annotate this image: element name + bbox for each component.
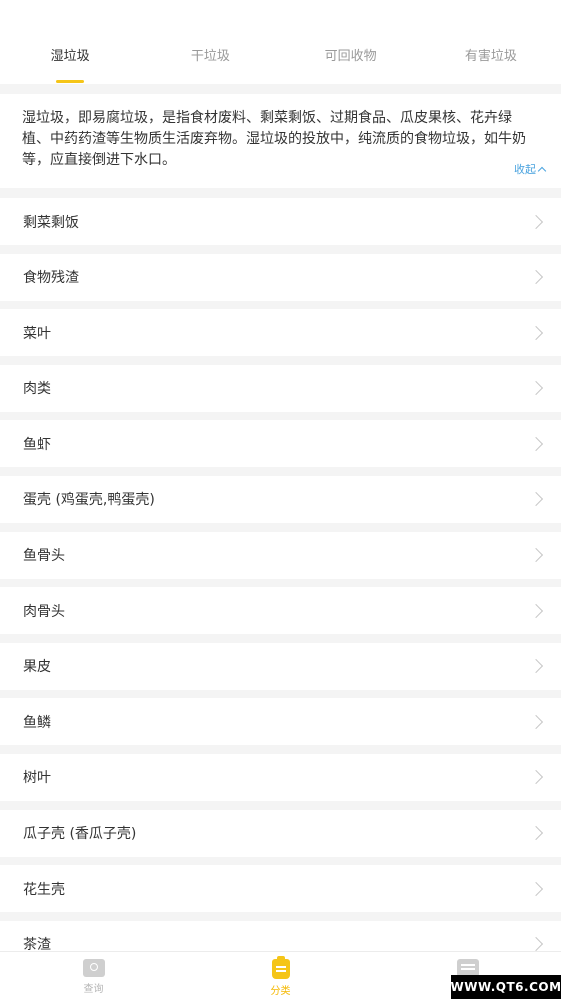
list-item-label: 蛋壳 (鸡蛋壳,鸭蛋壳) (23, 492, 155, 509)
chevron-right-icon (528, 492, 544, 507)
tab-wet-waste[interactable]: 湿垃圾 (0, 0, 140, 84)
list-item-label: 食物残渣 (23, 270, 79, 287)
chevron-right-icon (528, 714, 544, 729)
search-icon (82, 959, 105, 977)
list-item[interactable]: 鱼虾 (0, 420, 561, 468)
chevron-right-icon (528, 547, 544, 563)
list-item[interactable]: 瓜子壳 (香瓜子壳) (0, 809, 561, 857)
list-item-label: 剩菜剩饭 (23, 214, 79, 231)
chevron-right-icon (528, 436, 544, 451)
tab-label: 可回收物 (324, 49, 377, 64)
list-item[interactable]: 鱼鳞 (0, 698, 561, 746)
collapse-button[interactable]: 收起 (514, 161, 547, 177)
list-item-label: 鱼鳞 (23, 714, 51, 731)
chevron-right-icon (528, 381, 544, 396)
list-item[interactable]: 鱼骨头 (0, 531, 561, 579)
chevron-right-icon (528, 659, 544, 674)
tab-hazardous-waste[interactable]: 有害垃圾 (421, 0, 561, 84)
category-tabs: 湿垃圾 干垃圾 可回收物 有害垃圾 (0, 0, 561, 84)
list-item-label: 鱼骨头 (23, 548, 65, 565)
chevron-right-icon (528, 937, 544, 952)
nav-label: 分类 (270, 986, 291, 997)
list-item-label: 树叶 (23, 770, 51, 787)
tab-dry-waste[interactable]: 干垃圾 (140, 0, 280, 84)
list-item[interactable]: 蛋壳 (鸡蛋壳,鸭蛋壳) (0, 475, 561, 523)
tab-label: 湿垃圾 (50, 49, 90, 64)
watermark: WWW.QT6.COM (450, 975, 561, 999)
list-item[interactable]: 花生壳 (0, 865, 561, 913)
active-tab-indicator (56, 80, 85, 83)
list-item-label: 瓜子壳 (香瓜子壳) (23, 826, 137, 843)
list-item[interactable]: 肉类 (0, 364, 561, 412)
chevron-up-icon (537, 166, 547, 176)
list-item-label: 鱼虾 (23, 436, 51, 453)
chevron-right-icon (528, 270, 544, 285)
list-item[interactable]: 剩菜剩饭 (0, 198, 561, 245)
collapse-label: 收起 (514, 163, 536, 176)
description-text: 湿垃圾，即易腐垃圾，是指食材废料、剩菜剩饭、过期食品、瓜皮果核、花卉绿植、中药药… (22, 110, 526, 168)
chevron-right-icon (528, 214, 544, 229)
chevron-right-icon (528, 825, 544, 841)
chevron-right-icon (528, 603, 544, 618)
nav-category[interactable]: 分类 (187, 952, 374, 999)
list-item-label: 菜叶 (23, 325, 51, 342)
tab-label: 有害垃圾 (464, 49, 517, 64)
tab-label: 干垃圾 (190, 49, 230, 64)
waste-item-list: 剩菜剩饭 食物残渣 菜叶 肉类 鱼虾 蛋壳 (鸡蛋壳,鸭蛋壳) 鱼骨头 肉骨头 … (0, 198, 561, 976)
category-description: 湿垃圾，即易腐垃圾，是指食材废料、剩菜剩饭、过期食品、瓜皮果核、花卉绿植、中药药… (0, 94, 561, 188)
list-item[interactable]: 果皮 (0, 642, 561, 690)
nav-label: 查询 (83, 984, 104, 995)
list-item[interactable]: 菜叶 (0, 309, 561, 357)
nav-search[interactable]: 查询 (0, 952, 187, 999)
category-icon (271, 956, 290, 979)
list-item-label: 肉骨头 (23, 603, 65, 620)
chevron-right-icon (528, 325, 544, 340)
chevron-right-icon (528, 770, 544, 785)
list-item[interactable]: 树叶 (0, 753, 561, 801)
list-item-label: 果皮 (23, 659, 51, 676)
list-item[interactable]: 食物残渣 (0, 253, 561, 301)
list-item[interactable]: 肉骨头 (0, 587, 561, 635)
list-item-label: 肉类 (23, 381, 51, 398)
chevron-right-icon (528, 881, 544, 896)
tab-recyclable[interactable]: 可回收物 (281, 0, 421, 84)
list-item-label: 花生壳 (23, 881, 65, 898)
